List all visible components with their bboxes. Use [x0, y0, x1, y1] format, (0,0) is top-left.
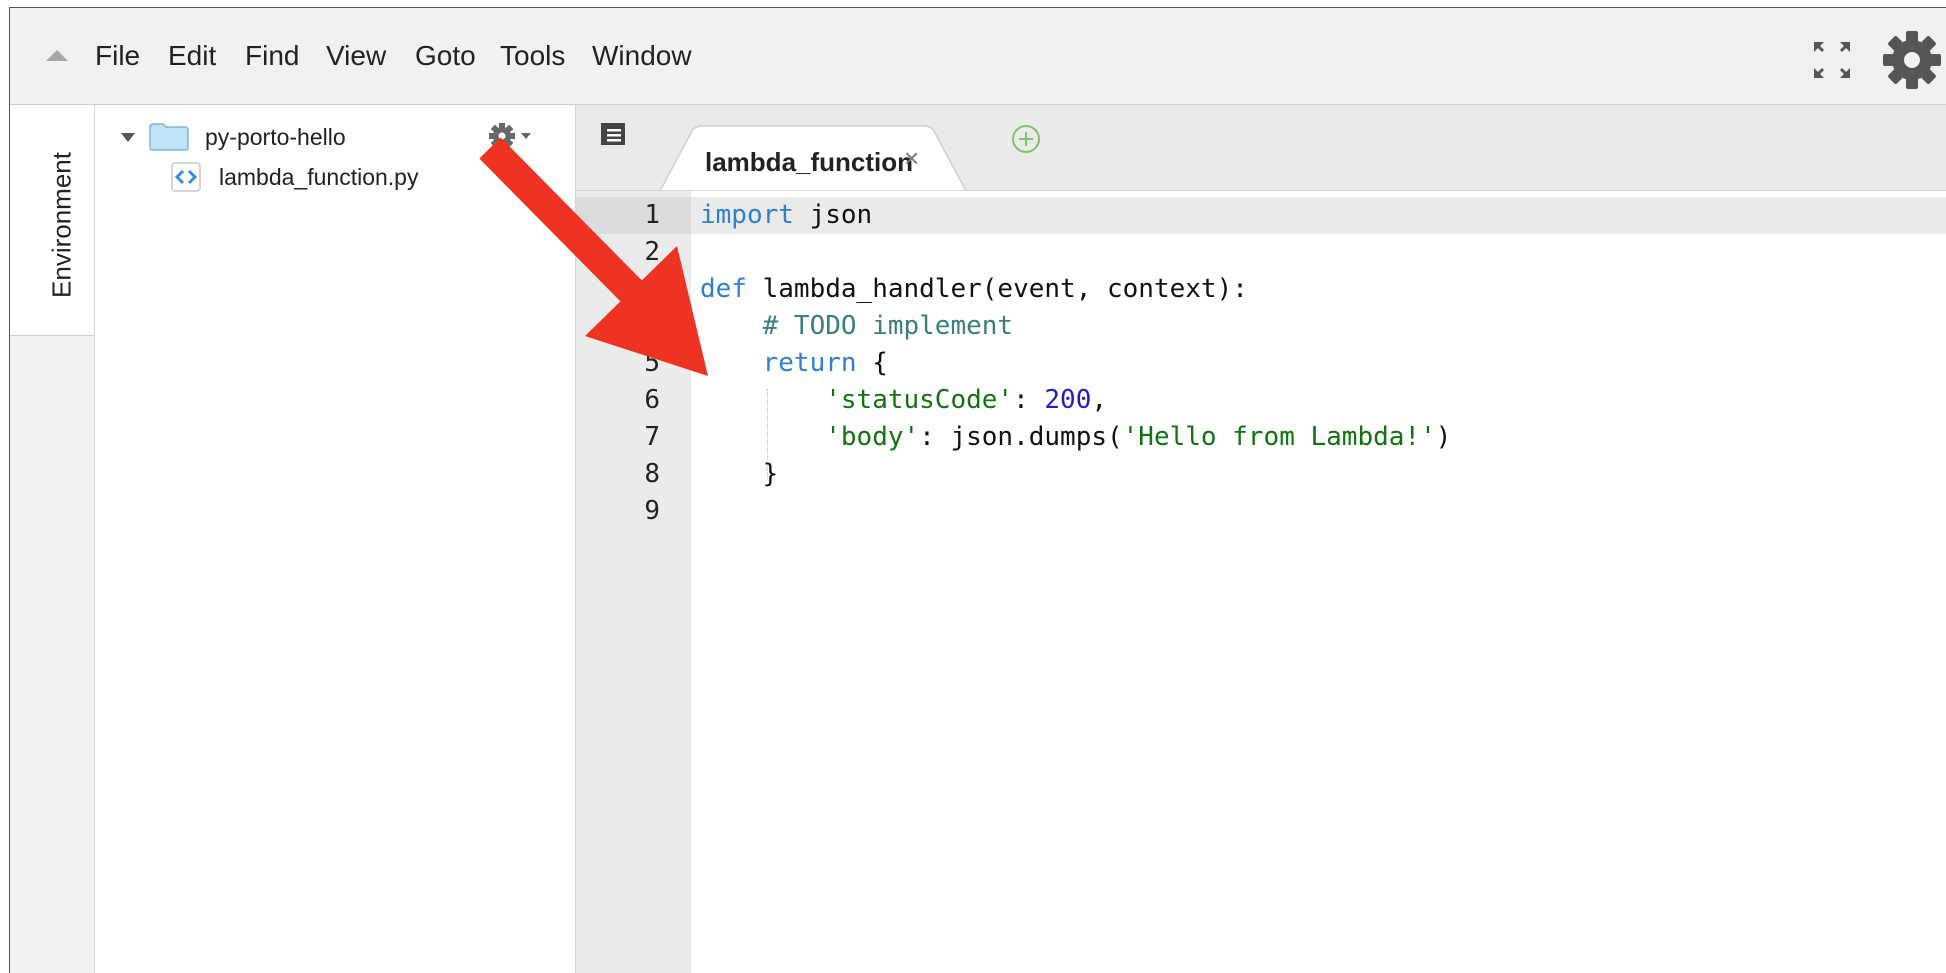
- code-line: 2: [576, 234, 1946, 271]
- tree-file-row[interactable]: lambda_function.py: [171, 159, 418, 195]
- code-text: # TODO implement: [700, 308, 1013, 345]
- menu-file[interactable]: File: [95, 8, 140, 104]
- line-number: 1: [644, 200, 660, 230]
- code-line: 9: [576, 493, 1946, 530]
- code-token: {: [856, 348, 888, 378]
- code-line: 6 'statusCode': 200,: [576, 382, 1946, 419]
- python-file-icon: [171, 162, 201, 192]
- environment-tab[interactable]: Environment: [10, 105, 94, 336]
- code-token: 'Hello from Lambda!': [1122, 422, 1436, 452]
- code-text: }: [700, 456, 779, 493]
- tab-close-icon[interactable]: ×: [904, 143, 919, 174]
- side-panel-strip: Environment: [10, 105, 95, 973]
- line-number: 2: [644, 237, 660, 267]
- menu-bar: File Edit Find View Goto Tools Window: [10, 8, 1946, 105]
- code-token: ): [1435, 422, 1452, 452]
- code-line: 3 def lambda_handler(event, context):: [576, 271, 1946, 308]
- code-line: 7 'body': json.dumps('Hello from Lambda!…: [576, 419, 1946, 456]
- code-token: :: [1013, 385, 1045, 415]
- file-tree: py-porto-hello lambda_function.py: [95, 105, 576, 973]
- code-text: return {: [700, 345, 888, 382]
- ide-window: File Edit Find View Goto Tools Window En…: [9, 7, 1946, 973]
- folder-settings-gear-icon[interactable]: [487, 119, 533, 153]
- code-token: 'statusCode': [825, 385, 1014, 415]
- code-token: ,: [1091, 385, 1108, 415]
- code-line: 4 # TODO implement: [576, 308, 1946, 345]
- line-number: 6: [644, 385, 660, 415]
- panel-menu-icon[interactable]: [598, 121, 628, 147]
- line-number: 7: [644, 422, 660, 452]
- code-line: 8 }: [576, 456, 1946, 493]
- settings-gear-icon[interactable]: [1882, 30, 1942, 90]
- code-token: import: [700, 200, 794, 230]
- line-number: 8: [644, 459, 660, 489]
- code-token: 'body': [825, 422, 920, 452]
- folder-icon: [149, 123, 189, 151]
- code-token: 200: [1044, 385, 1092, 415]
- code-editor[interactable]: 1 import json 2 3 def lambda_handler(event, …: [576, 191, 1946, 973]
- menu-view[interactable]: View: [326, 8, 386, 104]
- editor-tab-bar: lambda_function ×: [576, 105, 1946, 191]
- fullscreen-icon[interactable]: [1810, 38, 1854, 82]
- tab-title: lambda_function: [705, 147, 914, 177]
- code-text: def lambda_handler(event, context):: [700, 271, 1248, 308]
- caret-down-icon[interactable]: [121, 132, 135, 142]
- menu-window[interactable]: Window: [592, 8, 692, 104]
- file-name: lambda_function.py: [219, 163, 419, 190]
- environment-tab-label: Environment: [46, 152, 77, 298]
- menu-goto[interactable]: Goto: [415, 8, 476, 104]
- line-number: 3: [644, 274, 660, 304]
- code-token: json: [793, 200, 873, 230]
- menu-tools[interactable]: Tools: [500, 8, 565, 104]
- line-number: 4: [644, 311, 660, 341]
- code-text: import json: [700, 197, 872, 234]
- tree-folder-row[interactable]: py-porto-hello: [121, 119, 346, 155]
- code-text: 'statusCode': 200,: [700, 382, 1107, 419]
- code-token: def: [700, 274, 747, 304]
- folder-name: py-porto-hello: [205, 123, 346, 150]
- code-line: 5 return {: [576, 345, 1946, 382]
- code-token: }: [700, 459, 779, 489]
- line-number: 9: [644, 496, 660, 526]
- menu-edit[interactable]: Edit: [168, 8, 216, 104]
- collapse-menu-icon[interactable]: [46, 50, 68, 61]
- code-line: 1 import json: [576, 197, 1946, 234]
- code-token: return: [762, 348, 857, 378]
- menu-find[interactable]: Find: [245, 8, 299, 104]
- code-token: lambda_handler(event, context):: [746, 274, 1248, 304]
- line-number: 5: [644, 348, 660, 378]
- code-token: # TODO implement: [700, 311, 1014, 341]
- code-token: : json.dumps(: [919, 422, 1123, 452]
- new-tab-plus-icon[interactable]: [1010, 123, 1042, 155]
- code-text: 'body': json.dumps('Hello from Lambda!'): [700, 419, 1451, 456]
